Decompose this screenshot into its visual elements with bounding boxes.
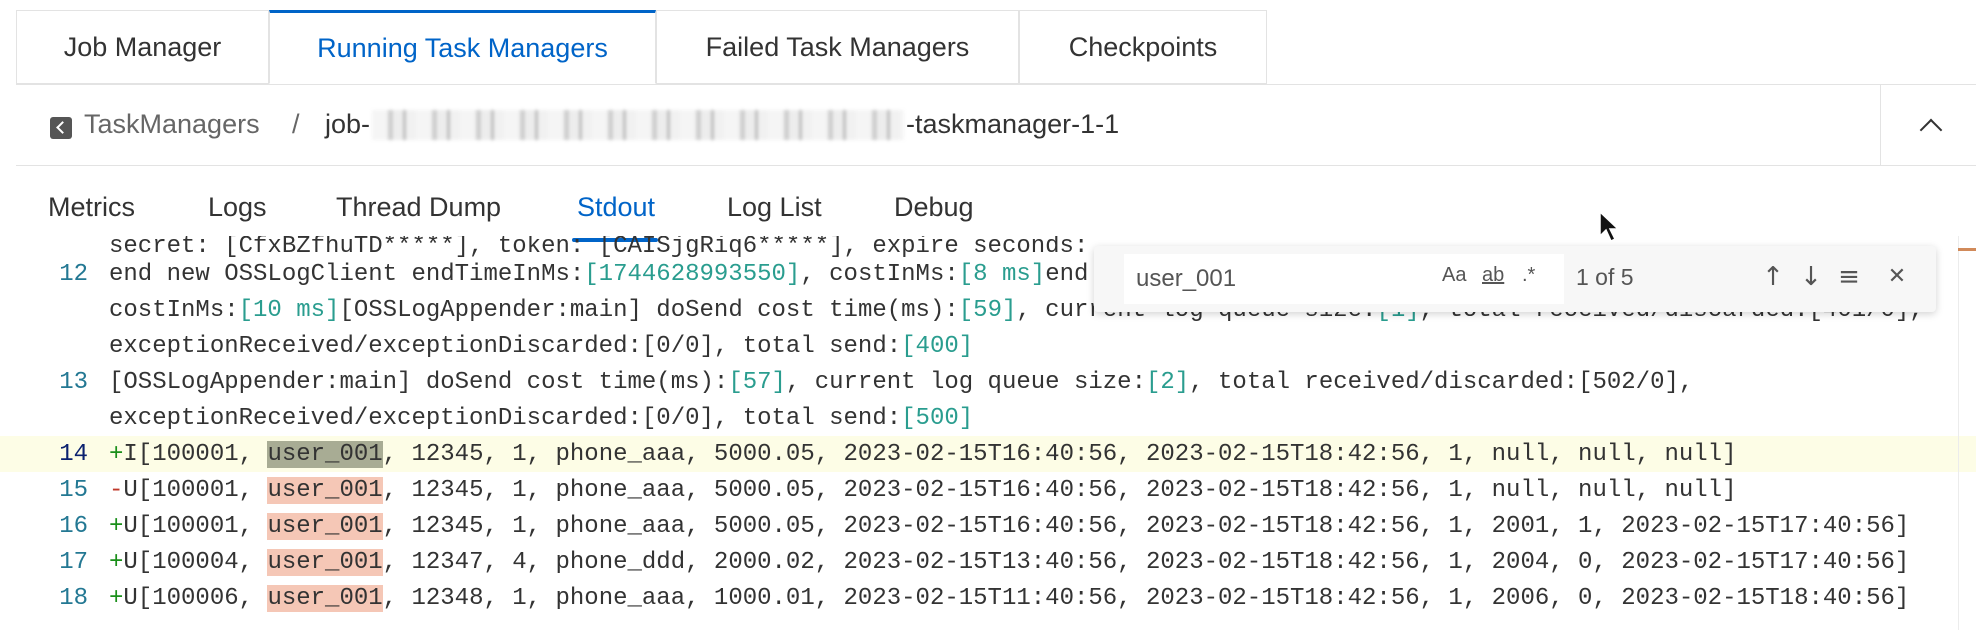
- tab-debug[interactable]: Debug: [894, 192, 974, 223]
- log-segment: [OSSLogAppender:main] doSend cost time(m…: [109, 368, 729, 396]
- log-line-current: 14 +I[100001, user_001, 12345, 1, phone_…: [0, 436, 1976, 472]
- collapse-chevron-up-icon[interactable]: [1880, 84, 1976, 166]
- breadcrumb-current-suffix: -taskmanager-1-1: [906, 109, 1120, 139]
- log-segment: U[100001,: [123, 476, 268, 504]
- log-text: +U[100001, user_001, 12345, 1, phone_aaa…: [109, 512, 1910, 540]
- log-text: +U[100006, user_001, 12348, 1, phone_aaa…: [109, 584, 1910, 612]
- breadcrumb-separator: /: [292, 109, 300, 139]
- log-segment: , 12348, 1, phone_aaa, 1000.01, 2023-02-…: [382, 584, 1910, 612]
- log-segment: [500]: [901, 404, 974, 432]
- tab-thread-dump[interactable]: Thread Dump: [336, 192, 501, 223]
- tab-running-task-managers[interactable]: Running Task Managers: [269, 10, 656, 84]
- log-segment: [2]: [1145, 368, 1190, 396]
- line-number: 17: [59, 548, 88, 576]
- log-line: 18 +U[100006, user_001, 12348, 1, phone_…: [0, 580, 1976, 616]
- line-number: 12: [59, 260, 88, 288]
- log-text: -U[100001, user_001, 12345, 1, phone_aaa…: [109, 476, 1737, 504]
- log-text: exceptionReceived/exceptionDiscarded:[0/…: [109, 405, 973, 432]
- tab-stdout[interactable]: Stdout: [577, 192, 655, 223]
- tab-checkpoints[interactable]: Checkpoints: [1019, 10, 1267, 84]
- log-segment: [400]: [901, 332, 974, 360]
- log-segment: exceptionReceived/exceptionDiscarded:[0/…: [109, 404, 902, 432]
- find-widget: Aa ab .* 1 of 5 ↑ ↓ ≡ ✕: [1094, 246, 1936, 312]
- line-number: 14: [59, 440, 88, 468]
- tab-label: Running Task Managers: [317, 32, 608, 63]
- change-op: +: [109, 548, 124, 576]
- log-line: exceptionReceived/exceptionDiscarded:[0/…: [0, 328, 1976, 364]
- tab-label: Checkpoints: [1068, 31, 1218, 62]
- log-segment: [59]: [958, 296, 1017, 324]
- log-segment: [8 ms]: [958, 260, 1046, 288]
- log-segment: , total received/discarded:[502/0],: [1189, 368, 1694, 396]
- log-segment: end: [1045, 260, 1089, 288]
- log-line: exceptionReceived/exceptionDiscarded:[0/…: [0, 400, 1976, 436]
- log-segment: [OSSLogAppender:main] doSend cost time(m…: [339, 296, 959, 324]
- log-line: 15 -U[100001, user_001, 12345, 1, phone_…: [0, 472, 1976, 508]
- tab-log-list[interactable]: Log List: [727, 192, 822, 223]
- next-match-arrow-down-icon[interactable]: ↓: [1796, 262, 1826, 292]
- log-line: 16 +U[100001, user_001, 12345, 1, phone_…: [0, 508, 1976, 544]
- tab-logs[interactable]: Logs: [208, 192, 267, 223]
- close-icon[interactable]: ✕: [1882, 262, 1912, 292]
- log-segment: U[100006,: [123, 584, 268, 612]
- log-segment: U[100001,: [123, 512, 268, 540]
- change-op: +: [109, 584, 124, 612]
- log-line: 13 [OSSLogAppender:main] doSend cost tim…: [0, 364, 1976, 400]
- breadcrumb-current: job- -taskmanager-1-1: [325, 109, 1119, 140]
- search-match-current: user_001: [267, 440, 383, 468]
- match-count: 1 of 5: [1576, 264, 1634, 290]
- log-segment: , current log queue size:: [785, 368, 1146, 396]
- search-match: user_001: [267, 476, 383, 504]
- log-segment: [57]: [728, 368, 786, 396]
- search-match: user_001: [267, 548, 383, 576]
- previous-match-arrow-up-icon[interactable]: ↑: [1758, 262, 1788, 292]
- log-text: [OSSLogAppender:main] doSend cost time(m…: [109, 369, 1693, 396]
- tab-metrics[interactable]: Metrics: [48, 192, 135, 223]
- search-match: user_001: [267, 512, 383, 540]
- log-text: +I[100001, user_001, 12345, 1, phone_aaa…: [109, 440, 1737, 468]
- log-text: +U[100004, user_001, 12347, 4, phone_ddd…: [109, 548, 1910, 576]
- back-icon[interactable]: [50, 117, 72, 139]
- find-in-selection-icon[interactable]: ≡: [1834, 262, 1864, 292]
- log-segment: U[100004,: [123, 548, 268, 576]
- log-line: 17 +U[100004, user_001, 12347, 4, phone_…: [0, 544, 1976, 580]
- breadcrumb-current-prefix: job-: [325, 109, 371, 139]
- line-number: 13: [59, 368, 88, 396]
- tab-label: Failed Task Managers: [705, 31, 970, 62]
- breadcrumb: TaskManagers / job- -taskmanager-1-1: [16, 84, 1976, 166]
- scrollbar-match-marker: [1958, 248, 1976, 251]
- whole-word-toggle[interactable]: ab: [1482, 264, 1504, 287]
- top-tab-bar: Job Manager Running Task Managers Failed…: [16, 10, 1267, 84]
- log-segment: I[100001,: [123, 440, 268, 468]
- redacted-job-id: [372, 109, 905, 140]
- match-case-toggle[interactable]: Aa: [1442, 264, 1466, 287]
- change-op: +: [109, 512, 124, 540]
- log-segment: , 12345, 1, phone_aaa, 5000.05, 2023-02-…: [382, 476, 1737, 504]
- line-number: 16: [59, 512, 88, 540]
- search-match: user_001: [267, 584, 383, 612]
- log-segment: [10 ms]: [238, 296, 340, 324]
- tab-job-manager[interactable]: Job Manager: [16, 10, 269, 84]
- breadcrumb-parent-link[interactable]: TaskManagers: [84, 109, 260, 140]
- log-scrollbar[interactable]: [1958, 236, 1976, 630]
- log-segment: , 12345, 1, phone_aaa, 5000.05, 2023-02-…: [382, 512, 1910, 540]
- tab-label: Job Manager: [63, 31, 222, 62]
- line-number: 15: [59, 476, 88, 504]
- line-number: 18: [59, 584, 88, 612]
- log-text: end new OSSLogClient endTimeInMs:[174462…: [109, 261, 1088, 288]
- log-segment: [1744628993550]: [584, 260, 801, 288]
- change-op: -: [109, 476, 124, 504]
- log-segment: , costInMs:: [800, 260, 959, 288]
- change-op: +: [109, 440, 124, 468]
- log-segment: , 12345, 1, phone_aaa, 5000.05, 2023-02-…: [382, 440, 1737, 468]
- log-segment: , 12347, 4, phone_ddd, 2000.02, 2023-02-…: [382, 548, 1910, 576]
- log-segment: exceptionReceived/exceptionDiscarded:[0/…: [109, 332, 902, 360]
- log-segment: costInMs:: [109, 296, 239, 324]
- log-text: exceptionReceived/exceptionDiscarded:[0/…: [109, 333, 973, 360]
- mouse-pointer-icon: [1599, 210, 1620, 243]
- log-segment: end new OSSLogClient endTimeInMs:: [109, 260, 585, 288]
- tab-failed-task-managers[interactable]: Failed Task Managers: [656, 10, 1019, 84]
- regex-toggle[interactable]: .*: [1522, 264, 1535, 287]
